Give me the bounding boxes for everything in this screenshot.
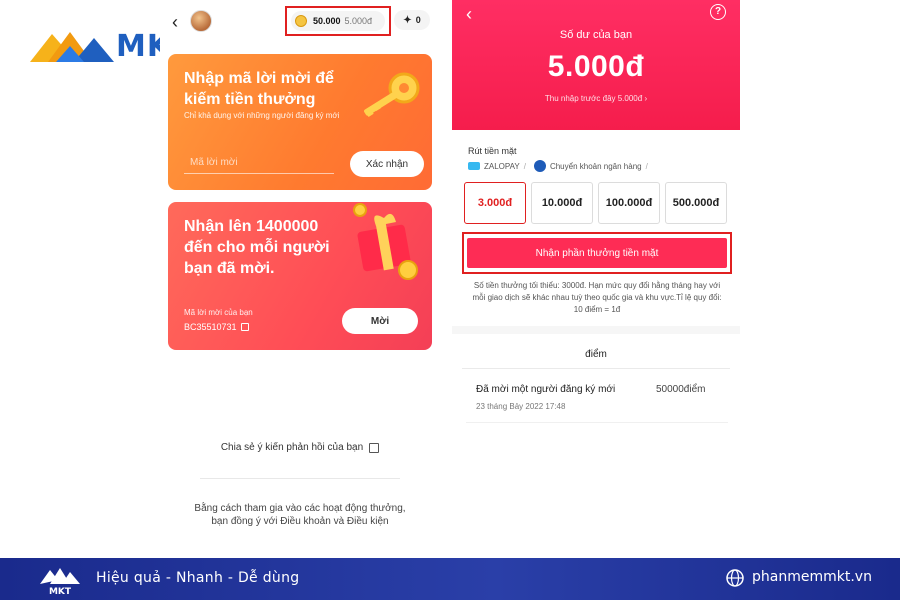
ticket-balance-pill[interactable]: ✦ 0 <box>394 10 430 30</box>
coin-balance-highlight: 50.000 5.000đ <box>285 6 391 36</box>
balance-screen: ‹ ? Số dư của bạn 5.000đ Thu nhập trước … <box>452 0 740 558</box>
footer-banner: MKT Hiệu quả - Nhanh - Dễ dùng phanmemmk… <box>0 558 900 600</box>
minimum-note: Số tiền thưởng tối thiểu: 3000đ. Hạn mức… <box>472 281 722 314</box>
edit-icon <box>369 442 380 453</box>
withdraw-label: Rút tiền mặt <box>468 146 517 156</box>
zalopay-icon <box>468 162 480 170</box>
invite-code-label: Mã lời mời của bạn <box>184 308 253 317</box>
invite-reward-card: Nhận lên 1400000 đến cho mỗi người bạn đ… <box>168 202 432 350</box>
back-arrow-icon[interactable]: ‹ <box>466 4 472 25</box>
history-title: Đã mời một người đăng ký mới <box>476 384 616 395</box>
divider <box>200 478 400 479</box>
invite-card-subtitle: Chỉ khả dụng với những người đăng ký mới <box>184 111 340 120</box>
footer-website[interactable]: phanmemmkt.vn <box>752 569 872 585</box>
coin-amount: 50.000 <box>313 16 341 26</box>
back-arrow-icon[interactable]: ‹ <box>172 12 178 33</box>
redeem-cash-button[interactable]: Nhận phần thưởng tiền mặt <box>467 238 727 268</box>
invite-card-title: Nhập mã lời mời để kiếm tiền thưởng <box>184 70 334 108</box>
chevron-right-icon: › <box>644 94 648 103</box>
separator: / <box>523 161 526 171</box>
invite-code-input[interactable] <box>184 152 334 174</box>
footer-logo-text: MKT <box>49 587 72 596</box>
payout-methods: ZALOPAY / Chuyển khoản ngân hàng / <box>468 160 652 172</box>
separator: / <box>645 161 648 171</box>
ticket-count: 0 <box>415 15 421 25</box>
amount-option-100000[interactable]: 100.000đ <box>598 182 660 224</box>
section-separator <box>452 326 740 334</box>
previous-income-text: Thu nhập trước đây 5.000đ <box>544 94 643 103</box>
coin-icon <box>295 15 307 27</box>
amount-option-500000[interactable]: 500.000đ <box>665 182 727 224</box>
coin-cash-value: 5.000đ <box>344 16 373 26</box>
invite-screen: ‹ 50.000 5.000đ ✦ 0 Nhập mã lời mời để k… <box>160 0 440 558</box>
globe-icon <box>726 569 744 587</box>
invite-code-value-row: BC35510731 <box>184 322 249 332</box>
enter-invite-code-card: Nhập mã lời mời để kiếm tiền thưởng Chỉ … <box>168 54 432 190</box>
reward-card-title: Nhận lên 1400000 đến cho mỗi người bạn đ… <box>184 218 330 277</box>
confirm-button[interactable]: Xác nhận <box>350 151 424 177</box>
mkt-footer-logo-icon: MKT <box>40 568 80 596</box>
history-points: 50000điểm <box>656 384 706 395</box>
amount-option-10000[interactable]: 10.000đ <box>531 182 593 224</box>
method-zalopay[interactable]: ZALOPAY <box>484 162 520 171</box>
balance-label: Số dư của bạn <box>559 29 633 41</box>
gift-icon <box>353 203 418 280</box>
method-bank-transfer[interactable]: Chuyển khoản ngân hàng <box>550 162 642 171</box>
avatar[interactable] <box>190 10 212 32</box>
bank-icon <box>533 160 546 172</box>
balance-header: ‹ ? Số dư của bạn 5.000đ Thu nhập trước … <box>452 0 740 130</box>
key-icon <box>364 72 420 117</box>
history-date: 23 tháng Bảy 2022 17:48 <box>476 402 566 411</box>
redeem-highlight: Nhận phần thưởng tiền mặt <box>462 232 732 274</box>
previous-income-link[interactable]: Thu nhập trước đây 5.000đ › <box>452 94 740 103</box>
ticket-icon: ✦ <box>403 14 412 26</box>
divider <box>466 422 728 423</box>
copy-icon[interactable] <box>240 323 249 331</box>
amount-options: 3.000đ 10.000đ 100.000đ 500.000đ <box>464 182 732 224</box>
mkt-logo-mark-icon <box>30 32 114 62</box>
coin-balance-pill[interactable]: 50.000 5.000đ <box>291 11 385 31</box>
invite-button[interactable]: Mời <box>342 308 418 334</box>
feedback-text: Chia sẻ ý kiến phản hồi của bạn <box>220 442 364 453</box>
feedback-link[interactable]: Chia sẻ ý kiến phản hồi của bạn <box>160 442 440 453</box>
points-title: điểm <box>585 349 607 360</box>
amount-option-3000[interactable]: 3.000đ <box>464 182 526 224</box>
balance-value: 5.000đ <box>547 50 645 83</box>
divider <box>462 368 730 369</box>
footer-slogan: Hiệu quả - Nhanh - Dễ dùng <box>96 570 300 586</box>
invite-code-value: BC35510731 <box>184 322 237 332</box>
terms-text: Bằng cách tham gia vào các hoạt động thư… <box>194 503 406 527</box>
help-icon[interactable]: ? <box>710 4 726 20</box>
